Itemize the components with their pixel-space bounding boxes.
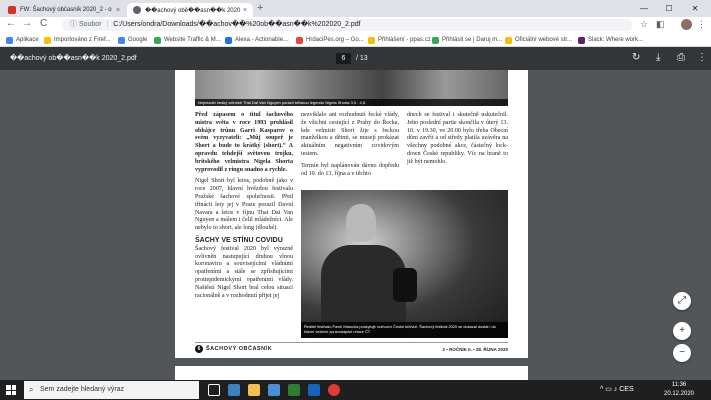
chrome-icon[interactable]: [328, 384, 340, 396]
site-icon: [296, 36, 303, 44]
zoom-out-button[interactable]: −: [673, 344, 691, 362]
fit-page-button[interactable]: ⤢: [673, 292, 691, 310]
page-footer: 6 ŠACHOVÝ OBČASNÍK 2 • ROČNÍK II. • 28. …: [195, 344, 508, 354]
bookmarks-bar: Aplikace Importováno z Firef... Google W…: [0, 33, 711, 47]
photo-caption: Ředitel festivalu Pavel Matocha poskytuj…: [301, 322, 508, 338]
photo-caption: Nejmladší český velmistr Thai Dai Van Ng…: [195, 99, 508, 106]
maximize-button[interactable]: ☐: [658, 0, 680, 17]
clock-date: 20.12.2020: [663, 391, 695, 397]
magazine-name: ŠACHOVÝ OBČASNÍK: [206, 346, 273, 352]
tab-close-icon[interactable]: ×: [116, 7, 120, 14]
mail-icon[interactable]: [268, 384, 280, 396]
tab-close-icon[interactable]: ×: [243, 7, 247, 14]
site-icon: [432, 36, 439, 44]
interview-photo: [301, 190, 508, 338]
apps-icon: [6, 36, 13, 44]
tab-title: FW: Šachový občasník 2020_2 - o: [20, 7, 112, 13]
task-view-icon[interactable]: [208, 384, 220, 396]
info-icon[interactable]: ⓘ: [70, 21, 79, 28]
person-head: [346, 204, 376, 242]
bookmark-traffic[interactable]: Website Traffic & M...: [154, 35, 221, 45]
article-column-3: dnech se festival i skutečně uskutečnil.…: [407, 112, 508, 171]
gmail-icon: [8, 6, 16, 14]
article-paragraph: dnech se festival i skutečně uskutečnil.…: [407, 112, 508, 165]
footer-divider: [195, 342, 508, 343]
bookmark-google[interactable]: Google: [118, 35, 147, 45]
new-tab-button[interactable]: +: [257, 2, 263, 14]
zoom-in-button[interactable]: +: [673, 322, 691, 340]
article-column-1: Před zápasem o titul šachového mistra sv…: [195, 112, 293, 304]
bookmark-slack[interactable]: Slack: Where work...: [578, 35, 643, 45]
menu-icon[interactable]: ⋮: [697, 19, 706, 30]
pdf-toolbar: ��achový ob��asn��k 2020_2.pdf 6 / 13 ↻ …: [0, 47, 711, 70]
clock-time: 11:36: [671, 382, 687, 388]
bookmark-folder[interactable]: Importováno z Firef...: [44, 35, 111, 45]
taskbar: ⌕ Sem zadejte hledaný výraz ^ ▭ ♪ CES 11…: [0, 380, 711, 400]
globe-icon: [133, 6, 141, 14]
bookmark-alexa[interactable]: Alexa - Actionable...: [225, 35, 288, 45]
forward-button[interactable]: →: [22, 18, 32, 29]
rotate-icon[interactable]: ↻: [632, 52, 640, 63]
bookmark-darujme[interactable]: Přihlásit se | Daruj m...: [432, 35, 502, 45]
site-info-label: Soubor: [78, 21, 102, 28]
app-icon[interactable]: [228, 384, 240, 396]
divider: |: [106, 21, 109, 28]
bookmark-oficialni[interactable]: Oficiální webové str...: [505, 35, 572, 45]
section-heading: ŠACHY VE STÍNU COVIDU: [195, 236, 283, 244]
slack-icon: [578, 36, 585, 44]
tab-pdf[interactable]: ��achový obě��asn��k 2020 ×: [127, 3, 253, 17]
taskbar-search[interactable]: ⌕ Sem zadejte hledaný výraz: [24, 381, 199, 399]
excel-icon[interactable]: [288, 384, 300, 396]
back-button[interactable]: ←: [6, 18, 16, 29]
page-number-input[interactable]: 6: [336, 53, 351, 64]
close-window-button[interactable]: ✕: [684, 0, 706, 17]
tab-strip: FW: Šachový občasník 2020_2 - o × ��acho…: [0, 0, 711, 17]
pdf-title: ��achový ob��asn��k 2020_2.pdf: [10, 55, 137, 62]
download-icon[interactable]: ⤓: [656, 52, 660, 63]
pdf-page-next: [175, 366, 528, 380]
language-indicator[interactable]: CES: [619, 386, 633, 393]
pdf-viewer[interactable]: Nejmladší český velmistr Thai Dai Van Ng…: [0, 70, 711, 380]
bookmark-hrdacipes[interactable]: HrdaciPes.org – Go...: [296, 35, 364, 45]
reload-button[interactable]: C: [40, 18, 47, 29]
article-lead: Před zápasem o titul šachového mistra sv…: [195, 112, 293, 173]
search-placeholder: Sem zadejte hledaný výraz: [40, 386, 125, 393]
star-icon[interactable]: ☆: [640, 19, 648, 30]
search-icon: ⌕: [29, 385, 34, 394]
bookmark-ppas[interactable]: Přihlášení - ppas.cz: [368, 35, 431, 45]
site-icon: [505, 36, 512, 44]
system-tray[interactable]: ^ ▭ ♪ CES: [600, 385, 634, 393]
article-column-2: nezviklalo ani rozhodnutí řecké vlády, ž…: [301, 112, 399, 182]
page-total: / 13: [356, 55, 368, 62]
article-paragraph: Nigel Short byl letos, podobně jako v ro…: [195, 178, 293, 232]
tab-email[interactable]: FW: Šachový občasník 2020_2 - o ×: [2, 3, 126, 17]
site-icon: [368, 36, 375, 44]
google-icon: [118, 36, 125, 44]
microphone: [393, 268, 417, 302]
page-indicator: 6 / 13: [336, 53, 368, 64]
extension-icon[interactable]: ◧: [656, 19, 665, 30]
profile-avatar[interactable]: [681, 19, 692, 30]
article-paragraph: nezviklalo ani rozhodnutí řecké vlády, ž…: [301, 112, 399, 157]
site-icon: [154, 36, 161, 44]
print-icon[interactable]: ⎙: [677, 52, 685, 63]
site-icon: [225, 36, 232, 44]
url-text: C:/Users/ondra/Downloads/��achov��%20ob�…: [113, 21, 361, 28]
minimize-button[interactable]: —: [633, 0, 655, 17]
address-bar[interactable]: ⓘ Soubor | C:/Users/ondra/Downloads/��ac…: [62, 19, 632, 31]
article-paragraph: Termín byl naplánován dávno dopředu od 1…: [301, 162, 399, 177]
word-icon[interactable]: [308, 384, 320, 396]
file-explorer-icon[interactable]: [248, 384, 260, 396]
browser-toolbar: ← → C ⓘ Soubor | C:/Users/ondra/Download…: [0, 17, 711, 33]
pdf-page: Nejmladší český velmistr Thai Dai Van Ng…: [175, 70, 528, 358]
clock[interactable]: 11:36 20.12.2020: [661, 381, 697, 399]
issue-info: 2 • ROČNÍK II. • 28. ŘÍJNA 2020: [442, 346, 508, 352]
folder-icon: [44, 36, 51, 44]
tab-title: ��achový obě��asn��k 2020: [145, 7, 241, 14]
page-number-badge: 6: [195, 345, 203, 353]
windows-start-icon[interactable]: [6, 385, 16, 395]
bookmark-apps[interactable]: Aplikace: [6, 35, 39, 45]
more-icon[interactable]: ⋮: [697, 52, 707, 63]
article-paragraph: Šachový festival 2020 byl výrazně ovlivn…: [195, 245, 293, 299]
